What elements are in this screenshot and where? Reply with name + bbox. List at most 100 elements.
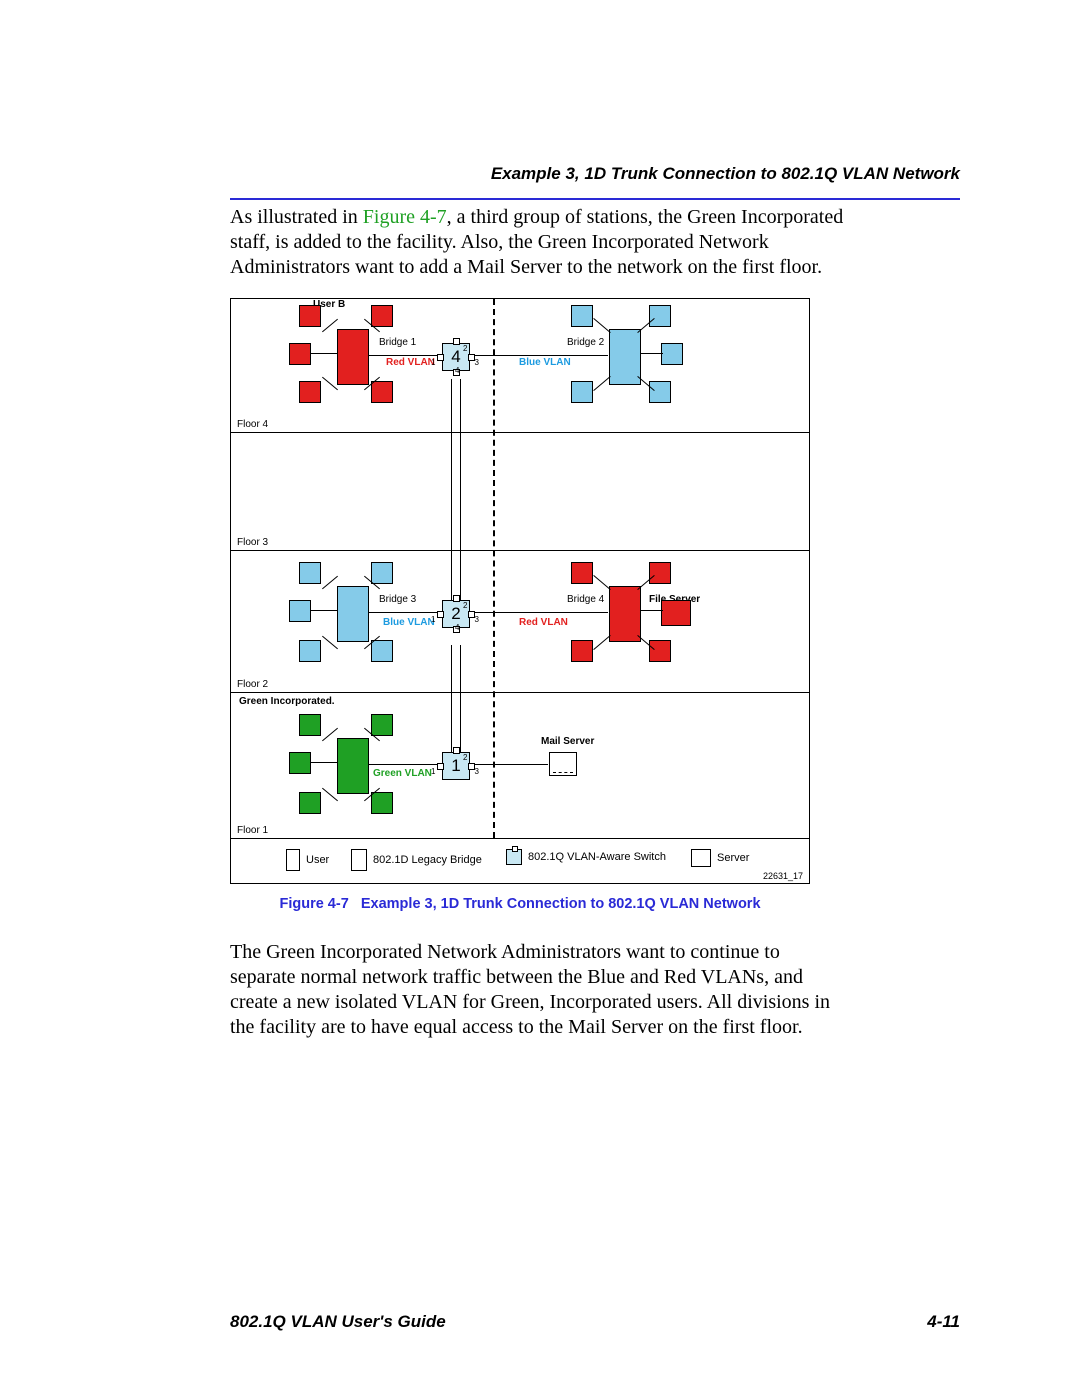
stem [593,635,610,650]
bridge4-label: Bridge 4 [567,594,604,605]
paragraph-1: As illustrated in Figure 4-7, a third gr… [230,205,850,280]
file-server-node [661,600,691,626]
stem [641,610,663,611]
port3-lbl: 3 [475,350,479,376]
figure-reference-link[interactable]: Figure 4-7 [363,206,447,228]
blue-vlan-label-1: Blue VLAN [519,357,571,368]
floor-1: Floor 1 Green Incorporated. Green VLAN 1… [231,692,809,839]
page: Example 3, 1D Trunk Connection to 802.1Q… [0,0,1080,1397]
floor4-label: Floor 4 [237,419,268,430]
legend: User 802.1D Legacy Bridge 802.1Q VLAN-Aw… [231,838,809,883]
link [474,612,608,613]
p1-lead: As illustrated in [230,206,363,228]
red-node [289,343,311,365]
port4-lbl: 4 [455,358,459,384]
figure-caption: Figure 4-7 Example 3, 1D Trunk Connectio… [202,896,838,912]
bridge3-label: Bridge 3 [379,594,416,605]
red-node [571,640,593,662]
red-node [299,381,321,403]
port1-lbl: 1 [431,607,435,633]
green-node [299,792,321,814]
stem [593,318,610,333]
stem [322,788,338,802]
link [474,764,548,765]
port4-lbl: 4 [455,615,459,641]
switch-2: 2 2 4 1 3 [442,600,470,628]
port3-lbl: 3 [475,759,479,785]
bridge-3 [337,586,369,642]
floor-3: Floor 3 [231,432,809,551]
legend-legacy: 802.1D Legacy Bridge [351,849,482,871]
green-vlan-label: Green VLAN [373,768,432,779]
footer-guide: 802.1Q VLAN User's Guide [230,1312,446,1332]
blue-node [371,562,393,584]
stem [311,610,337,611]
green-node [289,752,311,774]
blue-node [299,640,321,662]
user-icon [286,849,300,871]
floor3-label: Floor 3 [237,537,268,548]
blue-vlan-label-2: Blue VLAN [383,617,435,628]
port3-lbl: 3 [475,607,479,633]
red-node [371,381,393,403]
legend-aware: 802.1Q VLAN-Aware Switch [506,849,666,865]
blue-node [289,600,311,622]
red-node [299,305,321,327]
figure-title: Example 3, 1D Trunk Connection to 802.1Q… [361,896,761,912]
stem [322,576,338,590]
stem [593,575,610,590]
port1-lbl: 1 [431,759,435,785]
blue-node [571,381,593,403]
stem [322,377,338,391]
legend-legacy-label: 802.1D Legacy Bridge [373,854,482,866]
legend-server-label: Server [717,852,749,864]
port2-lbl: 2 [463,336,467,362]
red-node [649,640,671,662]
stem [311,762,337,763]
legend-user-label: User [306,854,329,866]
figure-diagram: Floor 4 User B Bridge 1 Red VLAN 4 2 4 [230,298,810,884]
bridge-4 [609,586,641,642]
legacy-bridge-icon [351,849,367,871]
vlan-switch-icon [506,849,522,865]
footer-page-number: 4-11 [927,1312,960,1332]
floor-2: Floor 2 Bridge 3 Blue VLAN 2 2 4 1 3 [231,550,809,693]
legend-server: Server [691,849,749,867]
blue-node [649,305,671,327]
diagram-refnum: 22631_17 [763,871,803,881]
header-rule [230,198,960,200]
figure-number: Figure 4-7 [279,896,348,912]
stem [641,353,663,354]
stem [311,353,337,354]
paragraph-2: The Green Incorporated Network Administr… [230,940,850,1040]
blue-node [649,381,671,403]
link [474,355,608,356]
red-vlan-label-1: Red VLAN [386,357,435,368]
red-node [371,305,393,327]
red-node [571,562,593,584]
red-vlan-label-2: Red VLAN [519,617,568,628]
stem [322,728,338,742]
green-node [371,792,393,814]
page-footer: 802.1Q VLAN User's Guide 4-11 [230,1312,960,1332]
stem [322,319,338,333]
blue-node [371,640,393,662]
mail-server-node [549,752,577,776]
bridge1-label: Bridge 1 [379,337,416,348]
running-header: Example 3, 1D Trunk Connection to 802.1Q… [491,164,960,184]
bridge-1 [337,329,369,385]
green-bridge [337,738,369,794]
switch1-num: 1 [451,756,460,775]
legend-user: User [286,849,329,871]
port1-lbl: 1 [431,350,435,376]
green-inc-label: Green Incorporated. [239,696,335,707]
blue-node [661,343,683,365]
port2-lbl: 2 [463,593,467,619]
red-node [649,562,671,584]
floor-4: Floor 4 User B Bridge 1 Red VLAN 4 2 4 [231,299,809,433]
floor2-label: Floor 2 [237,679,268,690]
switch-4: 4 2 4 1 3 [442,343,470,371]
stem [322,636,338,650]
server-icon [691,849,711,867]
floor1-label: Floor 1 [237,825,268,836]
